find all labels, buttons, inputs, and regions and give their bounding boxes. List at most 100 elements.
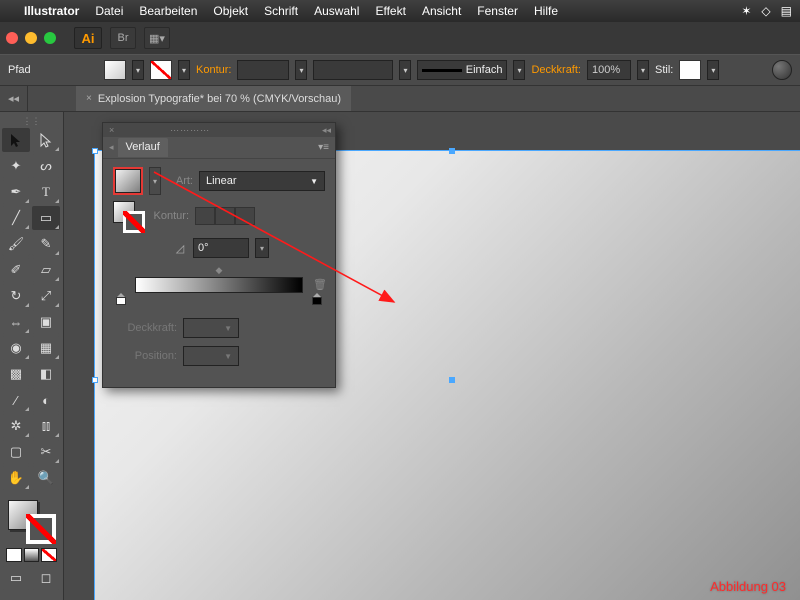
- panel-collapse-icon[interactable]: ◂◂: [322, 125, 331, 136]
- pencil-tool[interactable]: ✎: [32, 232, 60, 256]
- delete-stop-icon[interactable]: 🗑: [313, 278, 325, 292]
- gradient-angle-dropdown[interactable]: ▾: [255, 238, 269, 258]
- gradient-tab[interactable]: Verlauf: [118, 138, 168, 157]
- gradient-panel[interactable]: × ⋯⋯⋯⋯ ◂◂ ◂ Verlauf ▾≡ ▾ Art: Linear▼: [102, 122, 336, 388]
- opacity-label[interactable]: Deckkraft:: [531, 64, 581, 76]
- kontur-label[interactable]: Kontur:: [196, 64, 231, 76]
- gradient-thumbnail-dropdown[interactable]: ▾: [149, 167, 161, 195]
- variable-width-dropdown[interactable]: ▾: [399, 60, 411, 80]
- menu-hilfe[interactable]: Hilfe: [534, 4, 558, 18]
- gradient-angle-input[interactable]: 0°: [193, 238, 249, 258]
- gradient-thumbnail[interactable]: [113, 167, 143, 195]
- selection-center-point[interactable]: [449, 377, 455, 383]
- magic-wand-tool[interactable]: ✦: [2, 154, 30, 178]
- drawing-mode-normal[interactable]: ▭: [2, 566, 30, 590]
- free-transform-tool[interactable]: ▣: [32, 310, 60, 334]
- slice-tool[interactable]: ✂: [32, 440, 60, 464]
- zoom-tool[interactable]: 🔍: [32, 466, 60, 490]
- mesh-tool[interactable]: ▩: [2, 362, 30, 386]
- opacity-input[interactable]: 100%: [587, 60, 631, 80]
- panel-collapse-icon[interactable]: ◂◂: [0, 86, 28, 111]
- document-tab[interactable]: × Explosion Typografie* bei 70 % (CMYK/V…: [76, 86, 351, 111]
- variable-width-profile[interactable]: [313, 60, 393, 80]
- eraser-tool[interactable]: ▱: [32, 258, 60, 282]
- menubar-extra-icon[interactable]: ▤: [781, 4, 792, 18]
- stroke-weight-dropdown[interactable]: ▾: [295, 60, 307, 80]
- evernote-menubar-icon[interactable]: ✶: [741, 4, 751, 18]
- panel-close-icon[interactable]: ×: [109, 125, 114, 135]
- blob-brush-tool[interactable]: ✐: [2, 258, 30, 282]
- brush-definition[interactable]: Einfach: [417, 60, 507, 80]
- column-graph-tool[interactable]: ⫾⫾: [32, 414, 60, 438]
- graphic-style-dropdown[interactable]: ▾: [707, 60, 719, 80]
- fill-stroke-indicator[interactable]: [2, 498, 61, 544]
- gradient-stop-black[interactable]: [312, 293, 322, 305]
- selection-handle-w[interactable]: [92, 377, 98, 383]
- selection-tool[interactable]: [2, 128, 30, 152]
- rectangle-tool[interactable]: ▭: [32, 206, 60, 230]
- stop-opacity-input[interactable]: ▼: [183, 318, 239, 338]
- stop-position-input[interactable]: ▼: [183, 346, 239, 366]
- menu-ansicht[interactable]: Ansicht: [422, 4, 461, 18]
- paintbrush-tool[interactable]: 🖌: [2, 232, 30, 256]
- hand-tool[interactable]: ✋: [2, 466, 30, 490]
- window-close-button[interactable]: [6, 32, 18, 44]
- window-minimize-button[interactable]: [25, 32, 37, 44]
- width-tool[interactable]: ⇔: [2, 310, 30, 334]
- dropbox-menubar-icon[interactable]: ◇: [761, 4, 770, 18]
- close-tab-icon[interactable]: ×: [86, 93, 92, 104]
- arrange-documents-button[interactable]: ▦▾: [144, 27, 170, 49]
- rotate-tool[interactable]: ↻: [2, 284, 30, 308]
- selection-handle-nw[interactable]: [92, 148, 98, 154]
- canvas-area[interactable]: × ⋯⋯⋯⋯ ◂◂ ◂ Verlauf ▾≡ ▾ Art: Linear▼: [64, 112, 800, 600]
- gradient-panel-header[interactable]: × ⋯⋯⋯⋯ ◂◂: [103, 123, 335, 137]
- menu-datei[interactable]: Datei: [95, 4, 123, 18]
- menu-effekt[interactable]: Effekt: [375, 4, 405, 18]
- lasso-tool[interactable]: ᔕ: [32, 154, 60, 178]
- menu-bearbeiten[interactable]: Bearbeiten: [139, 4, 197, 18]
- menu-fenster[interactable]: Fenster: [477, 4, 518, 18]
- stroke-swatch[interactable]: [150, 60, 172, 80]
- direct-selection-tool[interactable]: [32, 128, 60, 152]
- control-menu-button[interactable]: [772, 60, 792, 80]
- menu-objekt[interactable]: Objekt: [213, 4, 248, 18]
- menu-schrift[interactable]: Schrift: [264, 4, 298, 18]
- selection-handle-n[interactable]: [449, 148, 455, 154]
- opacity-dropdown[interactable]: ▾: [637, 60, 649, 80]
- gradient-slider[interactable]: ◆ 🗑: [113, 265, 325, 307]
- pen-tool[interactable]: ✒: [2, 180, 30, 204]
- gradient-stop-white[interactable]: [116, 293, 126, 305]
- fill-swatch-dropdown[interactable]: ▾: [132, 60, 144, 80]
- menu-auswahl[interactable]: Auswahl: [314, 4, 359, 18]
- gradient-stroke-thumb[interactable]: [123, 211, 145, 233]
- shape-builder-tool[interactable]: ◉: [2, 336, 30, 360]
- panel-menu-icon[interactable]: ▾≡: [318, 142, 329, 153]
- gradient-midpoint-icon[interactable]: ◆: [216, 265, 223, 277]
- scale-tool[interactable]: ⤢: [32, 284, 60, 308]
- stroke-swatch-dropdown[interactable]: ▾: [178, 60, 190, 80]
- graphic-style-swatch[interactable]: [679, 60, 701, 80]
- color-mode-gradient[interactable]: [24, 548, 40, 562]
- drawing-mode-behind[interactable]: ◻: [32, 566, 60, 590]
- gradient-tool[interactable]: ◧: [32, 362, 60, 386]
- fill-swatch[interactable]: [104, 60, 126, 80]
- stroke-gradient-mode-buttons[interactable]: [195, 207, 255, 225]
- color-mode-none[interactable]: [41, 548, 57, 562]
- color-mode-color[interactable]: [6, 548, 22, 562]
- line-segment-tool[interactable]: ╱: [2, 206, 30, 230]
- gradient-type-select[interactable]: Linear▼: [199, 171, 325, 191]
- stroke-indicator[interactable]: [26, 514, 56, 544]
- eyedropper-tool[interactable]: ⁄: [2, 388, 30, 412]
- type-tool[interactable]: T: [32, 180, 60, 204]
- panel-tab-toggle-icon[interactable]: ◂: [109, 142, 114, 153]
- app-menu[interactable]: Illustrator: [24, 4, 79, 18]
- brush-definition-dropdown[interactable]: ▾: [513, 60, 525, 80]
- window-zoom-button[interactable]: [44, 32, 56, 44]
- stroke-weight-input[interactable]: [237, 60, 289, 80]
- perspective-grid-tool[interactable]: ▦: [32, 336, 60, 360]
- gradient-fill-stroke-toggle[interactable]: [113, 201, 143, 231]
- bridge-button[interactable]: Br: [110, 27, 136, 49]
- blend-tool[interactable]: ◐: [32, 388, 60, 412]
- symbol-sprayer-tool[interactable]: ✲: [2, 414, 30, 438]
- artboard-tool[interactable]: ▢: [2, 440, 30, 464]
